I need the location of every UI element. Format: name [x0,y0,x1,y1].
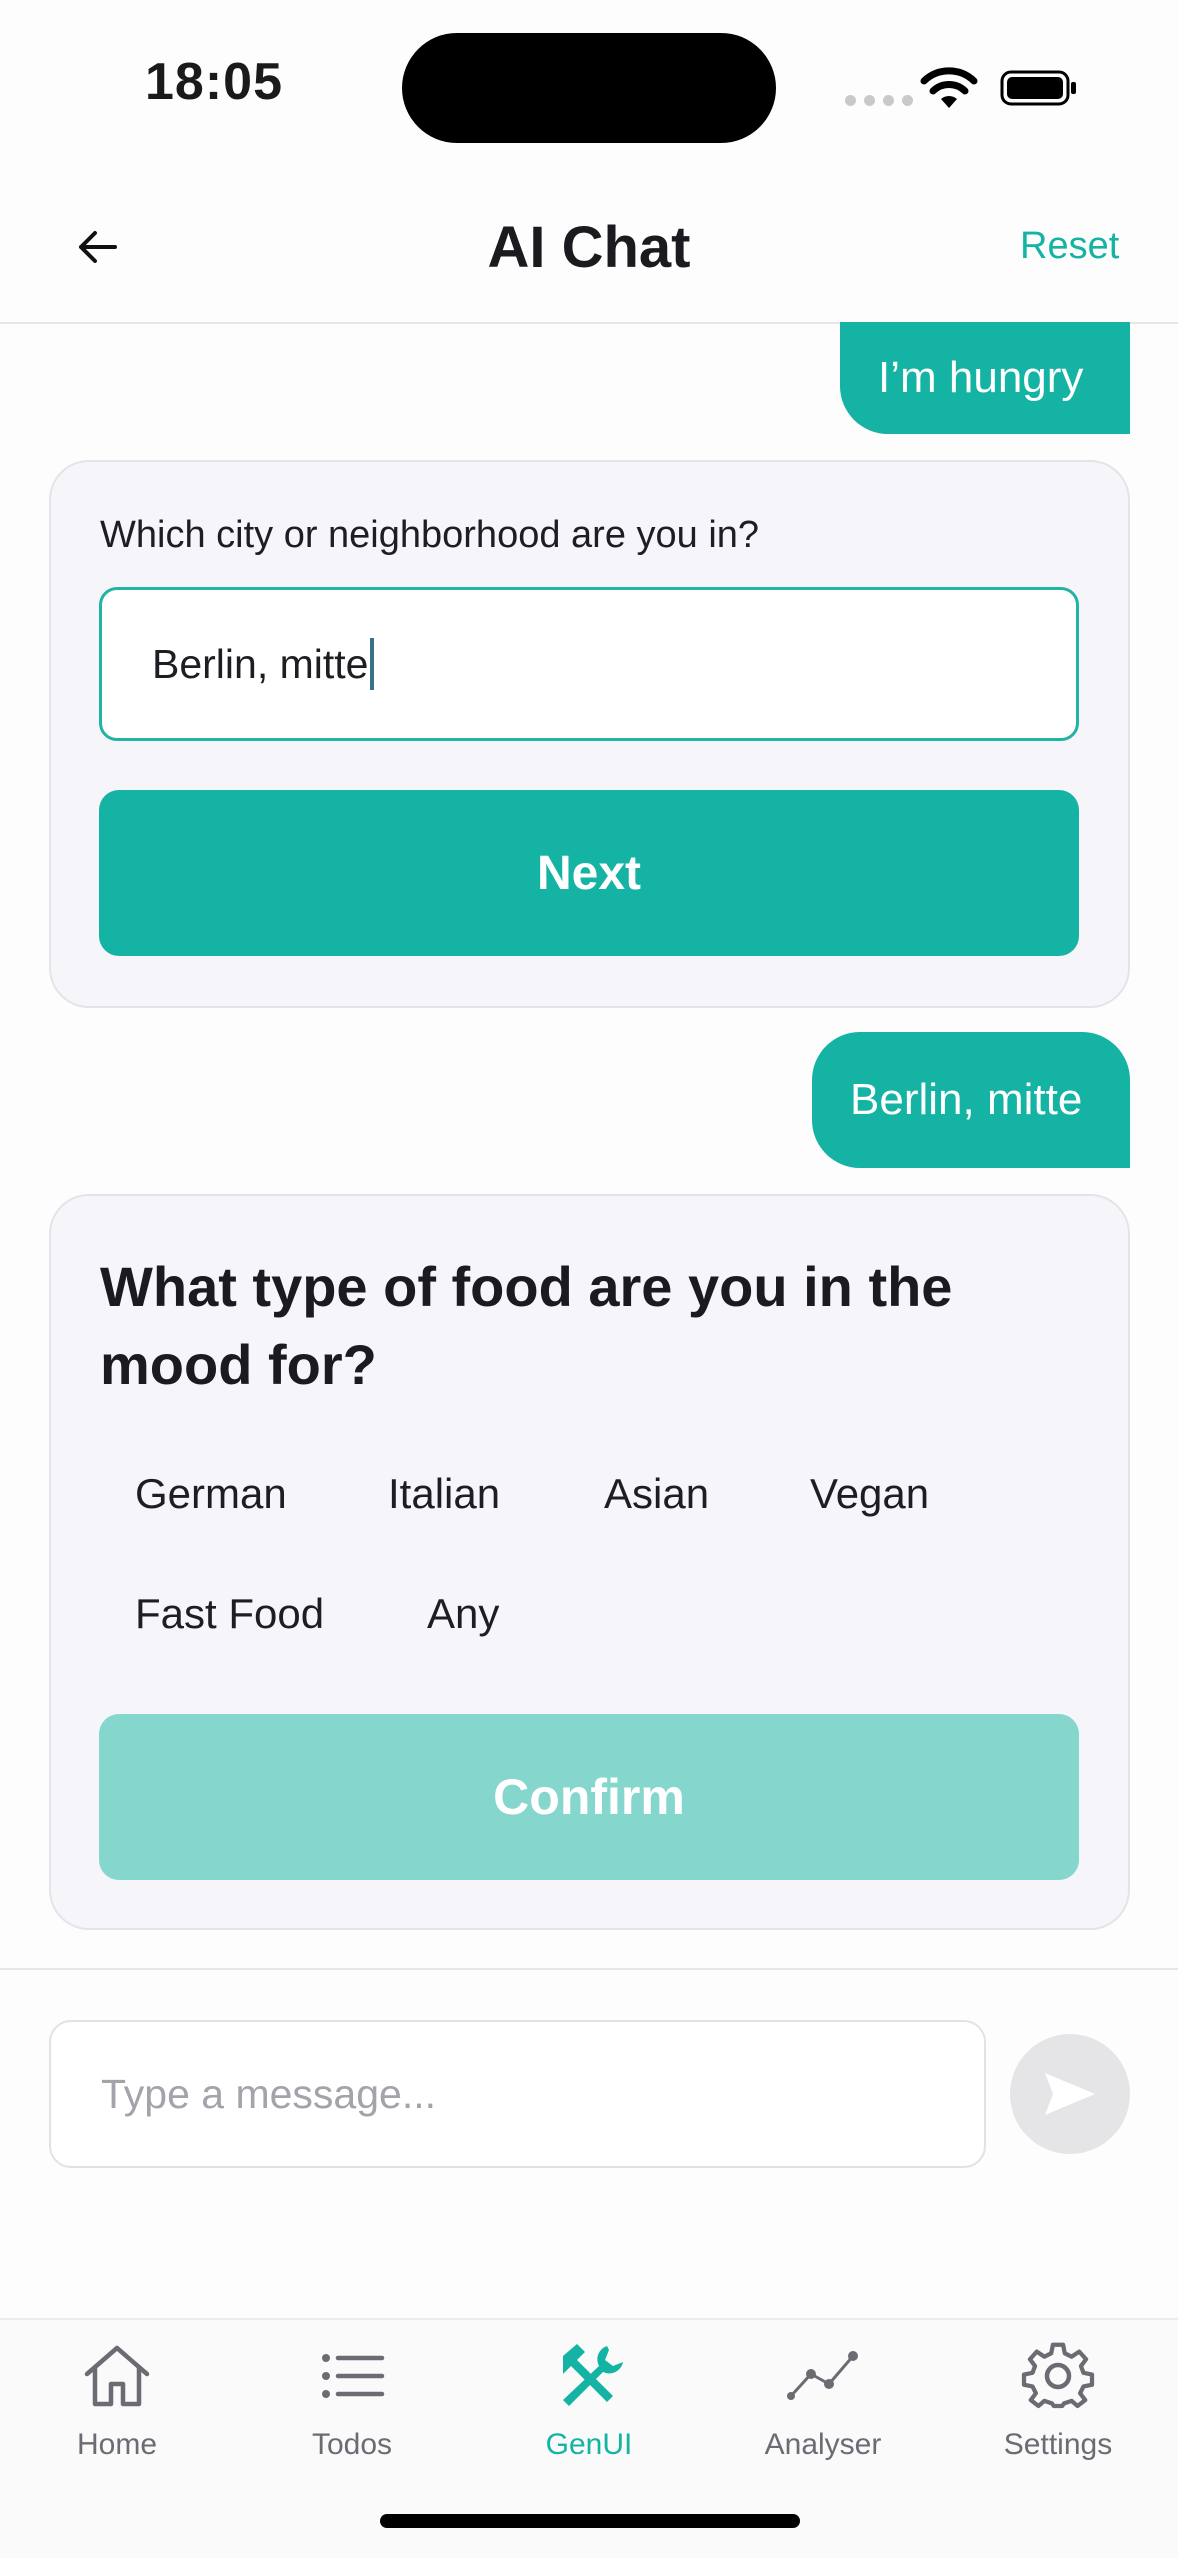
page-title: AI Chat [487,215,691,280]
send-icon [1045,2073,1095,2115]
option-vegan[interactable]: Vegan [810,1470,929,1518]
status-time: 18:05 [145,53,283,111]
tab-settings[interactable]: Settings [958,2336,1158,2462]
tab-analyser[interactable]: Analyser [723,2336,923,2462]
tab-home[interactable]: Home [17,2336,217,2462]
reset-button[interactable]: Reset [1020,225,1119,268]
tab-label: Todos [311,2428,393,2461]
wifi-icon [920,67,978,108]
option-fast-food[interactable]: Fast Food [135,1590,324,1638]
next-button[interactable]: Next [99,790,1079,956]
confirm-button[interactable]: Confirm [99,1714,1079,1880]
location-question: Which city or neighborhood are you in? [100,514,760,556]
option-italian[interactable]: Italian [388,1470,500,1518]
user-message-bubble: Berlin, mitte [812,1032,1130,1168]
gear-icon [1021,2342,1095,2409]
tools-icon [563,2344,623,2406]
home-icon [84,2345,150,2407]
tab-label: Settings [1003,2428,1113,2461]
tab-label: GenUI [545,2428,633,2461]
tab-todos[interactable]: Todos [252,2336,452,2462]
composer-divider [0,1968,1178,1970]
list-icon [322,2354,385,2398]
send-button[interactable] [1010,2034,1130,2154]
tab-label: Home [76,2428,158,2461]
chart-line-icon [787,2351,858,2400]
option-german[interactable]: German [135,1470,287,1518]
food-type-question: What type of food are you in the mood fo… [100,1255,953,1396]
tab-label: Analyser [764,2428,882,2461]
cellular-signal-icon [845,95,913,106]
home-indicator [380,2514,800,2528]
text-caret [370,638,375,690]
message-text: I’m hungry [878,353,1084,402]
option-any[interactable]: Any [427,1590,499,1638]
option-asian[interactable]: Asian [604,1470,709,1518]
user-message-bubble: I’m hungry [840,322,1130,434]
message-input[interactable]: Type a message... [49,2020,986,2168]
message-input-placeholder: Type a message... [101,2070,437,2117]
message-text: Berlin, mitte [850,1075,1083,1124]
tab-genui[interactable]: GenUI [489,2336,689,2462]
dynamic-island [402,33,776,143]
location-input-value: Berlin, mitte [152,640,369,687]
location-input[interactable]: Berlin, mitte [99,587,1079,741]
battery-icon [1000,70,1076,106]
